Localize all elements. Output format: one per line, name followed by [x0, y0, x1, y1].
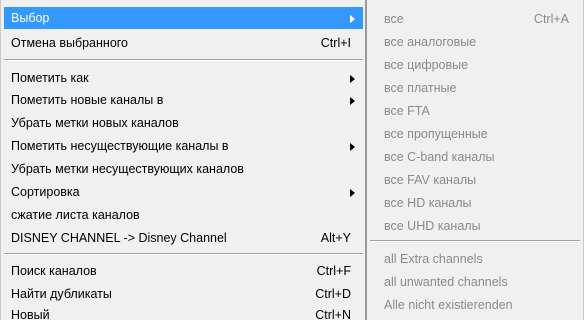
submenu-item-all[interactable]: все Ctrl+A	[369, 8, 581, 30]
menu-item-label: DISNEY CHANNEL -> Disney Channel	[11, 231, 227, 245]
submenu-item-all-analog[interactable]: все аналоговые	[369, 31, 581, 53]
menu-item-shortcut: Ctrl+A	[533, 12, 569, 26]
menu-item-label: Найти дубликаты	[11, 287, 112, 301]
menu-item-shortcut: Ctrl+N	[315, 308, 351, 322]
menu-item-shortcut: Ctrl+I	[320, 36, 351, 50]
context-menu: Выбор Отмена выбранного Ctrl+I Пометить …	[0, 0, 366, 322]
submenu-arrow-icon	[350, 97, 355, 105]
menu-separator	[4, 59, 363, 61]
menu-item-unmark-nonexistent-channels[interactable]: Убрать метки несуществующих каналов	[4, 158, 363, 180]
menu-item-label: all Extra channels	[384, 252, 483, 266]
menu-item-label: all unwanted channels	[384, 275, 508, 289]
menu-item-new[interactable]: Новый Ctrl+N	[4, 304, 363, 326]
submenu-arrow-icon	[350, 189, 355, 197]
menu-separator	[370, 240, 580, 242]
menu-item-label: все цифровые	[384, 58, 469, 72]
submenu-item-all-uhd[interactable]: все UHD каналы	[369, 215, 581, 237]
submenu-item-unwanted-channels[interactable]: all unwanted channels	[369, 271, 581, 293]
submenu-arrow-icon	[350, 143, 355, 151]
menu-item-label: Отмена выбранного	[11, 36, 129, 50]
menu-item-label: все платные	[384, 81, 457, 95]
submenu-item-all-fta[interactable]: все FTA	[369, 100, 581, 122]
menu-item-label: Пометить новые каналы в	[11, 93, 164, 107]
menu-item-label: Сортировка	[11, 185, 80, 199]
menu-item-label: все FAV каналы	[384, 173, 477, 187]
submenu-arrow-icon	[350, 15, 355, 23]
menu-item-label: все C-band каналы	[384, 150, 495, 164]
menu-item-label: Поиск каналов	[11, 264, 97, 278]
menu-item-unmark-new-channels[interactable]: Убрать метки новых каналов	[4, 112, 363, 134]
menu-item-label: Новый	[11, 308, 50, 322]
menu-item-label: Убрать метки несуществующих каналов	[11, 162, 244, 176]
submenu-item-extra-channels[interactable]: all Extra channels	[369, 248, 581, 270]
menu-item-shortcut: Alt+Y	[320, 231, 351, 245]
menu-item-deselect[interactable]: Отмена выбранного Ctrl+I	[4, 32, 363, 54]
menu-item-mark-as[interactable]: Пометить как	[4, 67, 363, 89]
menu-item-label: все	[384, 12, 404, 26]
menu-item-label: все UHD каналы	[384, 219, 481, 233]
submenu-arrow-icon	[350, 75, 355, 83]
menu-item-mark-new-channels[interactable]: Пометить новые каналы в	[4, 89, 363, 111]
submenu-item-all-skipped[interactable]: все пропущенные	[369, 123, 581, 145]
menu-item-label: все FTA	[384, 104, 430, 118]
menu-item-shortcut: Ctrl+D	[315, 287, 351, 301]
menu-separator	[4, 253, 363, 255]
select-submenu: все Ctrl+A все аналоговые все цифровые в…	[366, 0, 584, 320]
submenu-item-all-digital[interactable]: все цифровые	[369, 54, 581, 76]
submenu-item-all-pay[interactable]: все платные	[369, 77, 581, 99]
menu-item-sort[interactable]: Сортировка	[4, 181, 363, 203]
menu-item-label: все аналоговые	[384, 35, 477, 49]
menu-item-label: сжатие листа каналов	[11, 208, 140, 222]
menu-item-label: Пометить несуществующие каналы в	[11, 139, 229, 153]
submenu-item-nonexistent[interactable]: Alle nicht existierenden	[369, 294, 581, 316]
submenu-item-all-c-band[interactable]: все C-band каналы	[369, 146, 581, 168]
menu-item-compress-list[interactable]: сжатие листа каналов	[4, 204, 363, 226]
menu-item-label: Убрать метки новых каналов	[11, 116, 179, 130]
menu-item-find-duplicates[interactable]: Найти дубликаты Ctrl+D	[4, 283, 363, 305]
menu-item-mark-nonexistent-channels[interactable]: Пометить несуществующие каналы в	[4, 135, 363, 157]
menu-item-select[interactable]: Выбор	[4, 7, 363, 29]
submenu-item-all-hd[interactable]: все HD каналы	[369, 192, 581, 214]
menu-item-label: Выбор	[11, 11, 50, 25]
menu-item-label: Пометить как	[11, 71, 89, 85]
menu-item-rename-channel[interactable]: DISNEY CHANNEL -> Disney Channel Alt+Y	[4, 227, 363, 249]
submenu-item-all-fav[interactable]: все FAV каналы	[369, 169, 581, 191]
menu-item-label: все пропущенные	[384, 127, 488, 141]
menu-item-label: Alle nicht existierenden	[384, 298, 513, 312]
menu-item-shortcut: Ctrl+F	[316, 264, 351, 278]
menu-item-label: все HD каналы	[384, 196, 472, 210]
menu-item-find-channels[interactable]: Поиск каналов Ctrl+F	[4, 260, 363, 282]
